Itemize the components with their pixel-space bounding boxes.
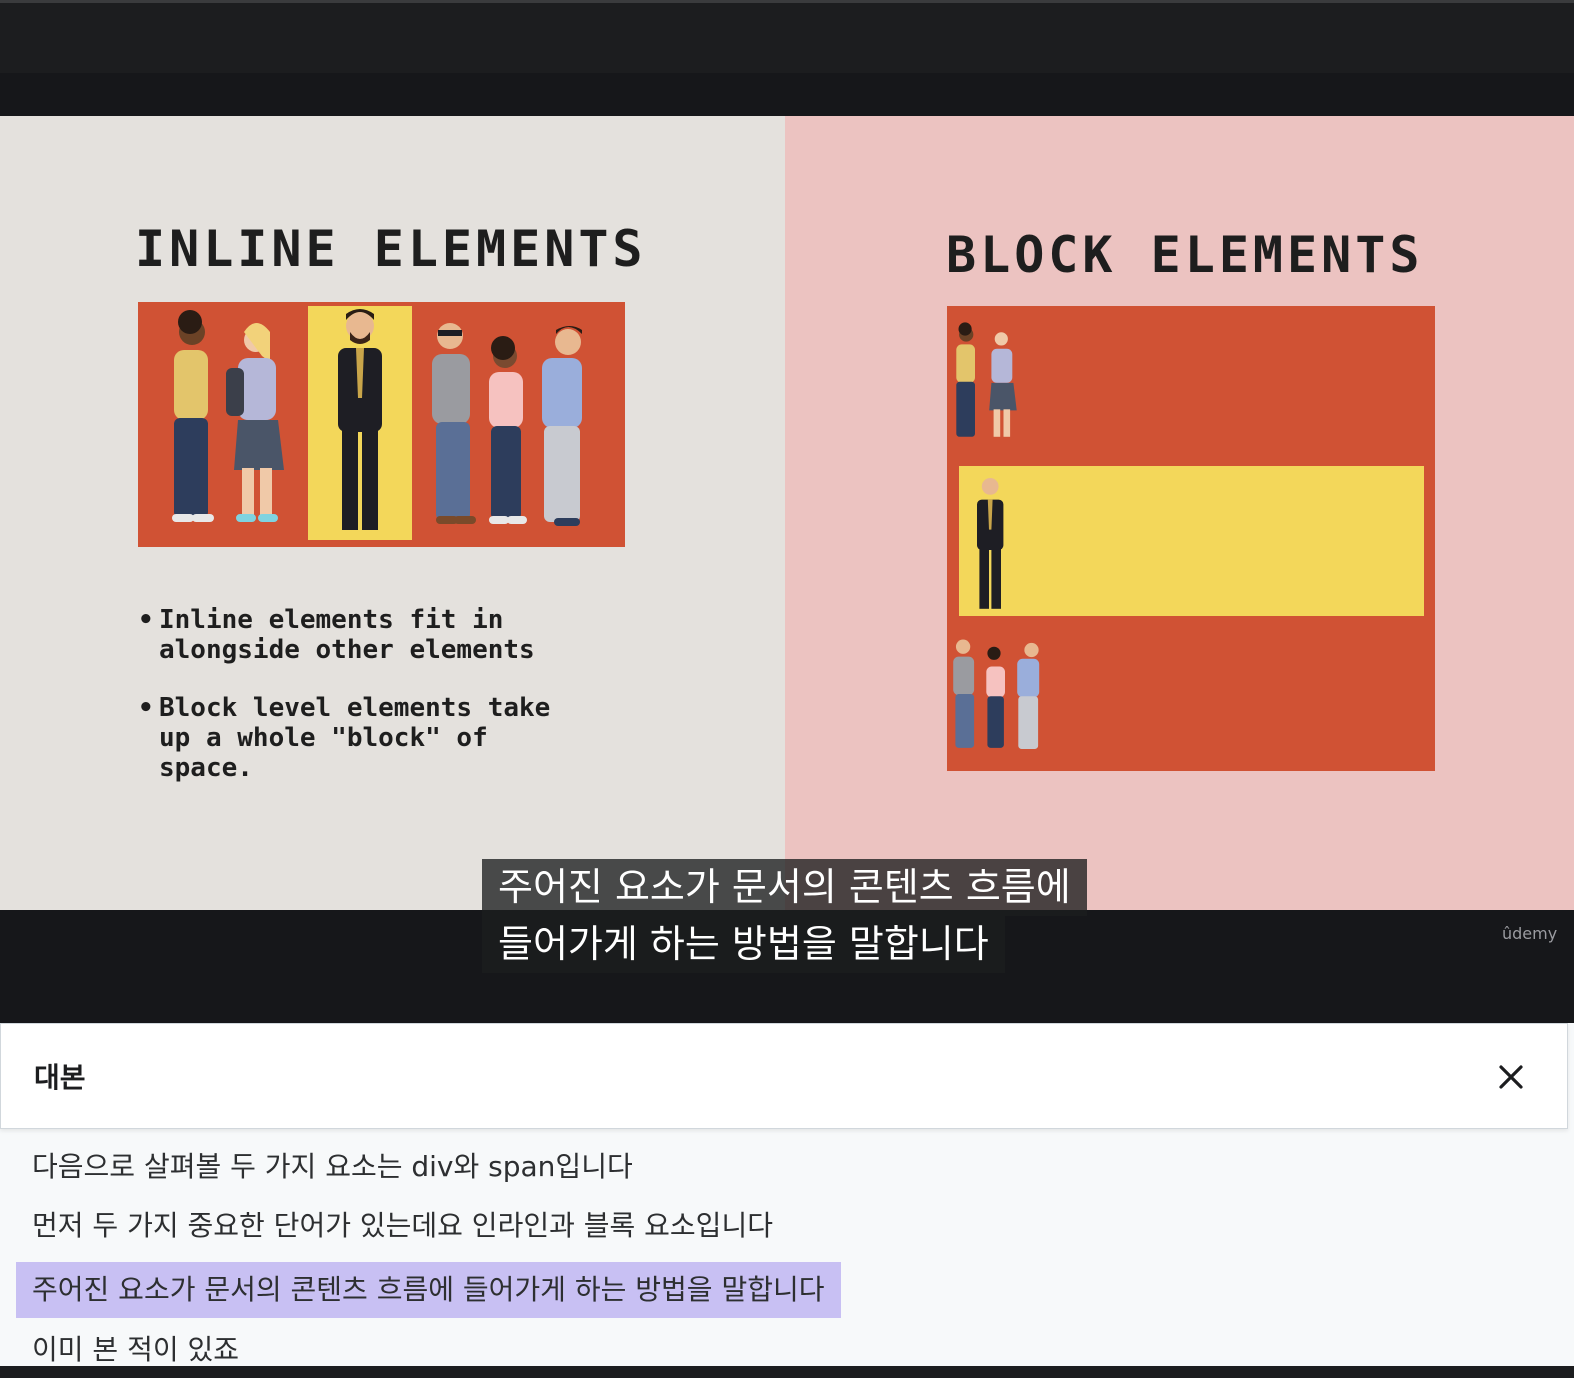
close-transcript-button[interactable]: [1493, 1059, 1529, 1095]
person-figure: [489, 336, 527, 524]
transcript-header: 대본: [0, 1023, 1568, 1129]
video-subtitle: 주어진 요소가 문서의 콘텐츠 흐름에 들어가게 하는 방법을 말합니다: [482, 859, 1087, 973]
block-people-illustration: [947, 306, 1435, 771]
block-elements-heading: BLOCK ELEMENTS: [946, 226, 1424, 284]
transcript-cue-active[interactable]: 주어진 요소가 문서의 콘텐츠 흐름에 들어가게 하는 방법을 말합니다: [16, 1262, 841, 1318]
subtitle-line-1: 주어진 요소가 문서의 콘텐츠 흐름에: [482, 859, 1087, 916]
person-figure: [432, 323, 476, 524]
person-figure: [1017, 642, 1040, 749]
person-figure: [989, 332, 1017, 437]
inline-elements-heading: INLINE ELEMENTS: [135, 220, 647, 278]
transcript-title: 대본: [34, 1061, 86, 1094]
slide-bullet-list: Inline elements fit in alongside other e…: [138, 605, 758, 811]
person-figure: [986, 646, 1005, 748]
transcript-cue[interactable]: 먼저 두 가지 중요한 단어가 있는데요 인라인과 블록 요소입니다: [16, 1198, 789, 1254]
subtitle-line-2: 들어가게 하는 방법을 말합니다: [482, 916, 1005, 973]
person-figure: [172, 310, 214, 522]
person-figure: [953, 639, 975, 748]
player-top-bar: [0, 3, 1574, 73]
bullet-inline-description: Inline elements fit in alongside other e…: [138, 605, 758, 665]
person-figure: [226, 323, 284, 522]
inline-people-illustration: [138, 302, 625, 547]
transcript-cue[interactable]: 이미 본 적이 있죠: [16, 1322, 255, 1378]
transcript-cue[interactable]: 다음으로 살펴볼 두 가지 요소는 div와 span입니다: [16, 1139, 649, 1195]
person-figure: [542, 326, 582, 526]
bullet-block-description: Block level elements take up a whole "bl…: [138, 693, 758, 783]
person-figure: [956, 322, 975, 437]
udemy-watermark: ûdemy: [1502, 924, 1558, 943]
close-icon: [1499, 1065, 1523, 1089]
